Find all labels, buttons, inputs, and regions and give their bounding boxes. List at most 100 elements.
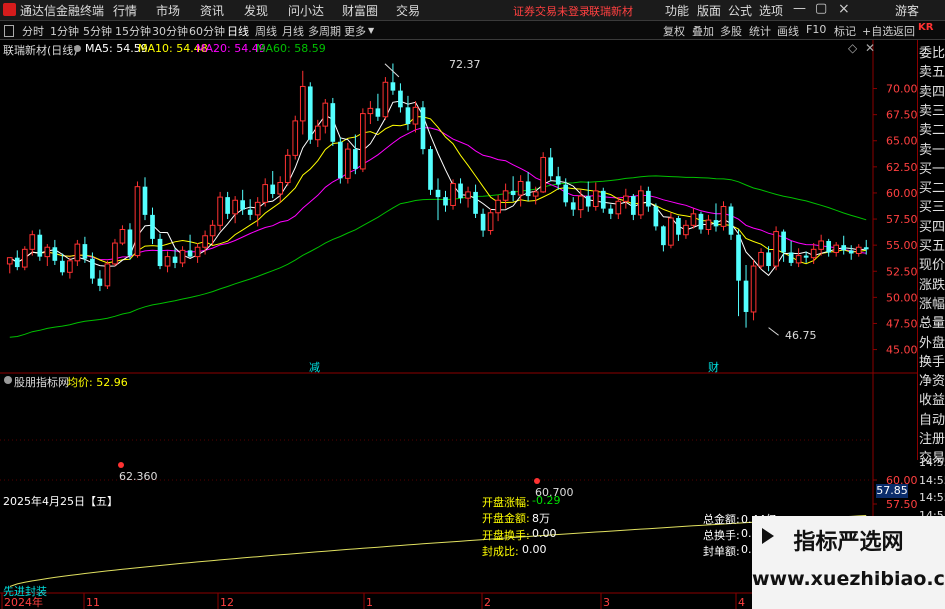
quote-label-3: 卖三 <box>919 103 945 119</box>
maximize-icon[interactable]: ▢ <box>815 1 827 16</box>
menu-bar: 通达信金融终端 行情 市场 资讯 发现 问小达 财富圈 交易 证券交易未登录 联… <box>0 0 945 21</box>
event-marker-jian[interactable]: 减 <box>309 359 320 375</box>
user-label[interactable]: 游客 <box>895 2 919 19</box>
quote-label-17: 净资 <box>919 374 945 390</box>
trade-time-1: 14:55 <box>919 473 945 487</box>
candle-body-38 <box>292 120 299 156</box>
toolbar-diejia[interactable]: 叠加 <box>692 23 714 39</box>
sub-settings-icon[interactable] <box>4 376 12 384</box>
menu-item-gongshi[interactable]: 公式 <box>728 2 752 19</box>
menu-item-jiaoyi[interactable]: 交易 <box>396 2 420 19</box>
y-tick-label-10: 45.00 <box>886 344 917 357</box>
sub-chart-title: 股朋指标网 <box>14 376 69 389</box>
event-marker-cai[interactable]: 财 <box>708 359 719 375</box>
expand-icon[interactable]: ✕ <box>865 41 875 55</box>
code-box[interactable]: KR <box>918 22 933 33</box>
menu-item-caifuquan[interactable]: 财富圈 <box>342 2 378 19</box>
info-zongjine-key: 总金额: <box>703 513 740 526</box>
ma60-label: MA60: 58.59 <box>256 42 326 55</box>
period-fenshi[interactable]: 分时 <box>22 23 44 39</box>
candle-body-93 <box>705 219 712 230</box>
menu-item-wenxiaoda[interactable]: 问小达 <box>288 2 324 19</box>
toolbar-duogu[interactable]: 多股 <box>720 23 742 39</box>
candle-body-6 <box>52 247 58 261</box>
period-5min[interactable]: 5分钟 <box>83 23 112 39</box>
candle-body-36 <box>277 182 284 195</box>
menu-item-xuanxiang[interactable]: 选项 <box>759 2 783 19</box>
collapse-icon[interactable]: ◇ <box>848 41 857 55</box>
candle-body-52 <box>398 90 403 108</box>
candle-body-37 <box>284 154 291 184</box>
candle-body-42 <box>322 102 329 127</box>
avg-price-label: 均价: 52.96 <box>67 376 128 389</box>
period-daily[interactable]: 日线 <box>227 23 249 39</box>
candle-body-62 <box>473 191 478 214</box>
info-fengchengbi-key: 封成比: <box>482 545 519 558</box>
candle-body-57 <box>435 189 441 198</box>
settings-icon[interactable] <box>74 45 81 52</box>
menu-item-shichang[interactable]: 市场 <box>156 2 180 19</box>
more-dropdown-icon[interactable]: ▼ <box>368 26 374 35</box>
panel-toggle-icon[interactable] <box>4 25 14 37</box>
toolbar-tongji[interactable]: 统计 <box>749 23 771 39</box>
x-tick-label-6: 4 <box>738 596 745 609</box>
y-tick-label-4: 60.00 <box>886 187 917 200</box>
candle-body-72 <box>548 157 554 177</box>
candle-body-34 <box>262 184 269 203</box>
period-30min[interactable]: 30分钟 <box>152 23 188 39</box>
candle-body-78 <box>592 190 599 208</box>
quote-label-7: 买二 <box>919 181 945 197</box>
period-monthly[interactable]: 月线 <box>282 23 304 39</box>
candle-body-33 <box>254 201 261 216</box>
toolbar-huaxian[interactable]: 画线 <box>777 23 799 39</box>
sub-tag-1: 62.360 <box>119 470 158 483</box>
candle-body-95 <box>720 206 727 227</box>
period-more[interactable]: 更多 <box>344 23 366 39</box>
menu-item-gongneng[interactable]: 功能 <box>665 2 689 19</box>
menu-item-zixun[interactable]: 资讯 <box>200 2 224 19</box>
watermark-title: 指标严选网 <box>793 530 904 555</box>
y-tick-label-9: 47.50 <box>886 317 917 330</box>
x-tick-label-3: 1 <box>366 596 373 609</box>
menu-item-faxian[interactable]: 发现 <box>244 2 268 19</box>
close-icon[interactable]: × <box>838 1 850 17</box>
period-15min[interactable]: 15分钟 <box>115 23 151 39</box>
y-tick-label-1: 67.50 <box>886 109 917 122</box>
candle-body-4 <box>37 234 43 257</box>
candle-body-29 <box>225 197 230 214</box>
candle-body-10 <box>82 244 88 259</box>
toolbar-back[interactable]: 返回 <box>893 23 915 39</box>
menu-item-hangqing[interactable]: 行情 <box>113 2 137 19</box>
toolbar-add-watchlist[interactable]: +自选 <box>862 23 893 39</box>
sector-label[interactable]: 先进封装 <box>3 583 47 599</box>
candle-body-104 <box>788 252 794 263</box>
minimize-icon[interactable]: — <box>793 1 806 16</box>
candle-body-59 <box>450 183 456 206</box>
candle-body-61 <box>465 191 471 199</box>
quote-label-8: 买三 <box>919 200 945 216</box>
quote-label-16: 换手 <box>919 354 945 370</box>
watermark-overlay: 指标严选网 www.xuezhibiao.com <box>752 516 945 609</box>
toolbar-f10[interactable]: F10 <box>806 23 826 36</box>
candle-body-30 <box>232 199 238 215</box>
period-weekly[interactable]: 周线 <box>255 23 277 39</box>
candle-body-94 <box>713 220 719 227</box>
candle-body-48 <box>367 107 374 115</box>
app-title: 通达信金融终端 <box>20 4 105 18</box>
toolbar-biaoji[interactable]: 标记 <box>834 23 856 39</box>
period-60min[interactable]: 60分钟 <box>189 23 225 39</box>
toolbar-fuquan[interactable]: 复权 <box>663 23 685 39</box>
menu-item-banmian[interactable]: 版面 <box>697 2 721 19</box>
candle-body-28 <box>217 196 223 226</box>
period-multi[interactable]: 多周期 <box>308 23 341 39</box>
candle-body-39 <box>299 85 306 122</box>
candle-body-9 <box>74 243 81 262</box>
period-1min[interactable]: 1分钟 <box>50 23 79 39</box>
candle-body-68 <box>517 180 524 196</box>
login-warning[interactable]: 证券交易未登录 <box>513 3 590 19</box>
candle-body-14 <box>112 242 118 265</box>
candle-body-27 <box>209 224 216 237</box>
quote-label-12: 涨跌 <box>919 277 945 293</box>
candle-body-50 <box>382 81 389 118</box>
chart-title: 联瑞新材(日线) <box>3 44 78 57</box>
